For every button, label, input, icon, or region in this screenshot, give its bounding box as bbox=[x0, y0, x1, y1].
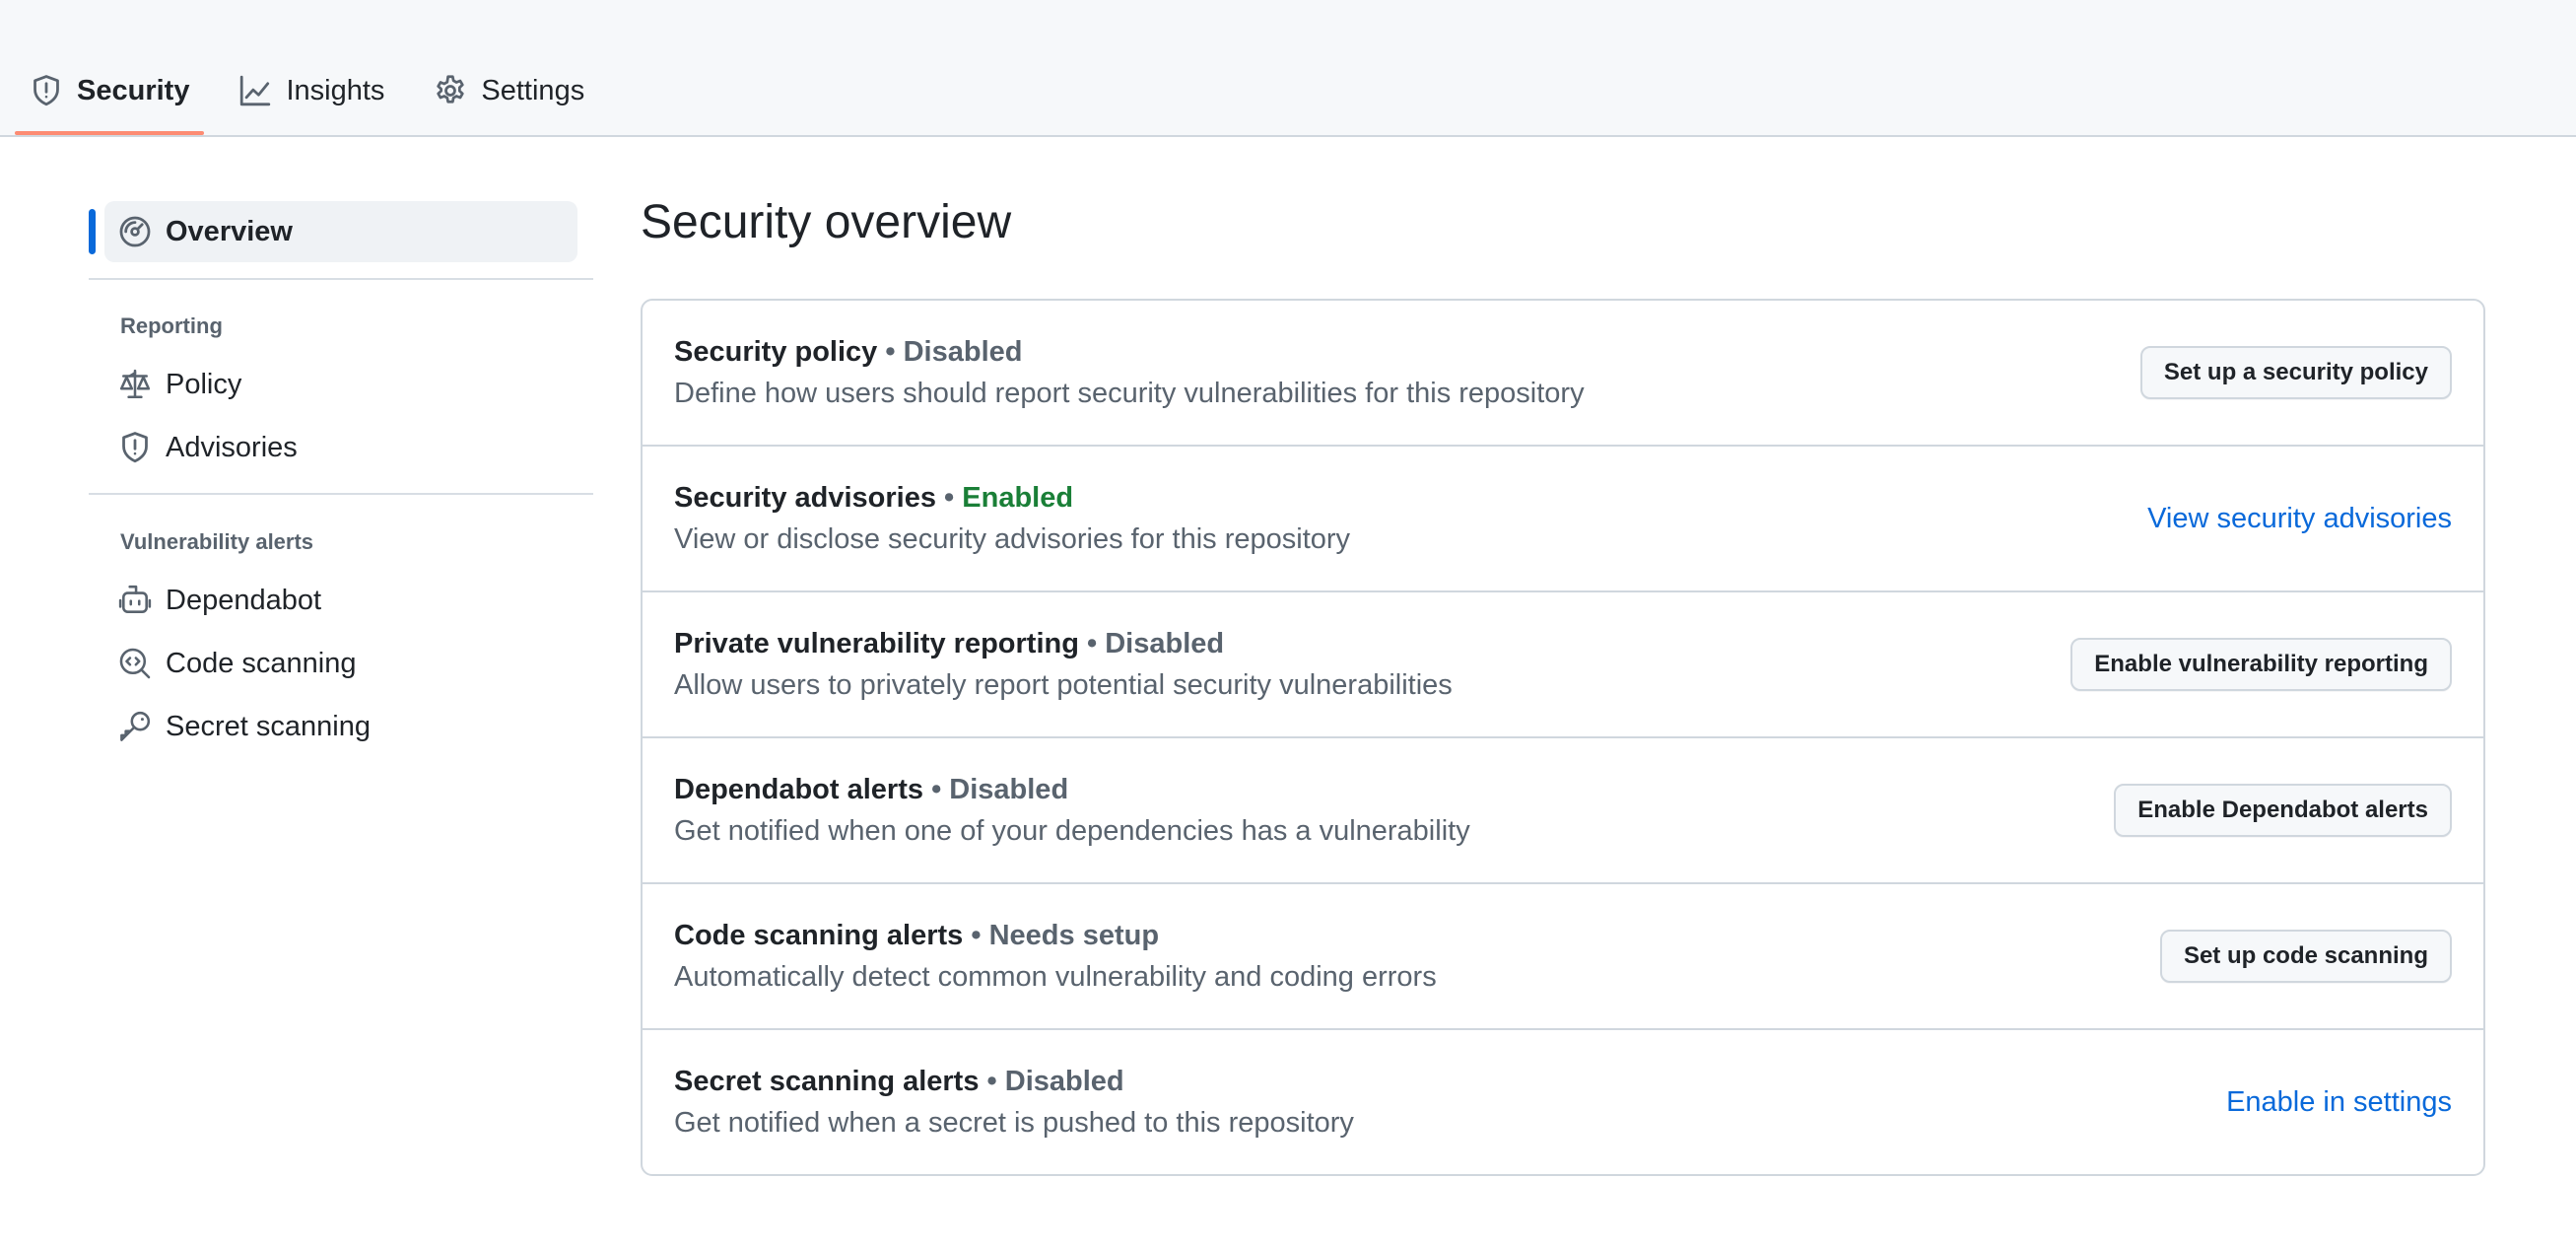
separator-dot: • bbox=[971, 920, 982, 951]
feature-row-private-vulnerability-reporting: Private vulnerability reporting • Disabl… bbox=[643, 590, 2483, 736]
status-badge: Disabled bbox=[1004, 1066, 1124, 1097]
tab-label: Insights bbox=[286, 74, 385, 106]
separator-dot: • bbox=[931, 774, 942, 805]
separator-dot: • bbox=[1087, 628, 1098, 659]
sidebar-item-secret-scanning[interactable]: Secret scanning bbox=[89, 695, 593, 758]
security-features-list: Security policy • Disabled Define how us… bbox=[641, 299, 2485, 1176]
graph-icon bbox=[238, 74, 272, 107]
enable-in-settings-link[interactable]: Enable in settings bbox=[2226, 1086, 2452, 1119]
law-icon bbox=[118, 368, 152, 401]
feature-title: Security policy bbox=[674, 336, 878, 368]
feature-description: Define how users should report security … bbox=[674, 378, 1585, 409]
sidebar-item-label: Dependabot bbox=[166, 584, 322, 616]
tab-insights[interactable]: Insights bbox=[224, 61, 399, 120]
sidebar-item-code-scanning[interactable]: Code scanning bbox=[89, 632, 593, 695]
repo-tabs: Security Insights Settings bbox=[15, 61, 599, 137]
sidebar-item-label: Code scanning bbox=[166, 647, 357, 679]
sidebar-divider bbox=[89, 493, 593, 495]
repo-nav-bar: Security Insights Settings bbox=[0, 0, 2576, 137]
shield-icon bbox=[30, 74, 63, 107]
separator-dot: • bbox=[885, 336, 896, 368]
sidebar-item-label: Policy bbox=[166, 368, 242, 400]
separator-dot: • bbox=[986, 1066, 997, 1097]
feature-row-code-scanning-alerts: Code scanning alerts • Needs setup Autom… bbox=[643, 882, 2483, 1028]
feature-description: Get notified when a secret is pushed to … bbox=[674, 1107, 1354, 1139]
meter-icon bbox=[118, 215, 152, 248]
sidebar-item-label: Secret scanning bbox=[166, 710, 371, 742]
tab-security[interactable]: Security bbox=[15, 61, 205, 135]
shield-icon bbox=[118, 431, 152, 464]
tab-label: Security bbox=[77, 74, 190, 106]
feature-description: Automatically detect common vulnerabilit… bbox=[674, 961, 1437, 993]
sidebar-group-heading-vulnerability-alerts: Vulnerability alerts bbox=[120, 529, 314, 554]
security-sidebar: Overview Reporting Policy Advisories Vul… bbox=[89, 201, 593, 758]
feature-title: Secret scanning alerts bbox=[674, 1066, 980, 1097]
feature-title: Code scanning alerts bbox=[674, 920, 964, 951]
feature-description: Allow users to privately report potentia… bbox=[674, 669, 1453, 701]
separator-dot: • bbox=[944, 482, 955, 514]
sidebar-divider bbox=[89, 278, 593, 280]
feature-row-secret-scanning-alerts: Secret scanning alerts • Disabled Get no… bbox=[643, 1028, 2483, 1174]
feature-row-security-advisories: Security advisories • Enabled View or di… bbox=[643, 445, 2483, 590]
sidebar-item-dependabot[interactable]: Dependabot bbox=[89, 569, 593, 632]
gear-icon bbox=[434, 74, 467, 107]
enable-dependabot-alerts-button[interactable]: Enable Dependabot alerts bbox=[2114, 784, 2452, 837]
key-icon bbox=[118, 710, 152, 743]
feature-row-security-policy: Security policy • Disabled Define how us… bbox=[643, 301, 2483, 445]
tab-settings[interactable]: Settings bbox=[419, 61, 599, 120]
sidebar-item-advisories[interactable]: Advisories bbox=[89, 416, 593, 479]
feature-title: Private vulnerability reporting bbox=[674, 628, 1079, 659]
status-badge: Needs setup bbox=[988, 920, 1160, 951]
page-title: Security overview bbox=[641, 196, 1012, 248]
security-overview-main: Security overview Security policy • Disa… bbox=[641, 193, 2485, 1176]
status-badge: Disabled bbox=[1105, 628, 1225, 659]
feature-title: Dependabot alerts bbox=[674, 774, 923, 805]
enable-vulnerability-reporting-button[interactable]: Enable vulnerability reporting bbox=[2070, 638, 2452, 691]
sidebar-group-heading-reporting: Reporting bbox=[120, 313, 223, 338]
sidebar-item-label: Advisories bbox=[166, 431, 298, 463]
dependabot-icon bbox=[118, 584, 152, 617]
set-up-security-policy-button[interactable]: Set up a security policy bbox=[2139, 346, 2452, 399]
feature-description: Get notified when one of your dependenci… bbox=[674, 815, 1470, 847]
sidebar-item-overview[interactable]: Overview bbox=[89, 201, 577, 262]
sidebar-item-label: Overview bbox=[166, 215, 293, 247]
status-badge: Enabled bbox=[962, 482, 1074, 514]
view-security-advisories-link[interactable]: View security advisories bbox=[2147, 503, 2452, 535]
status-badge: Disabled bbox=[903, 336, 1023, 368]
status-badge: Disabled bbox=[949, 774, 1069, 805]
feature-row-dependabot-alerts: Dependabot alerts • Disabled Get notifie… bbox=[643, 736, 2483, 882]
set-up-code-scanning-button[interactable]: Set up code scanning bbox=[2159, 930, 2452, 983]
tab-label: Settings bbox=[481, 74, 585, 106]
feature-description: View or disclose security advisories for… bbox=[674, 523, 1351, 555]
sidebar-item-policy[interactable]: Policy bbox=[89, 353, 593, 416]
codescan-icon bbox=[118, 647, 152, 680]
feature-title: Security advisories bbox=[674, 482, 936, 514]
